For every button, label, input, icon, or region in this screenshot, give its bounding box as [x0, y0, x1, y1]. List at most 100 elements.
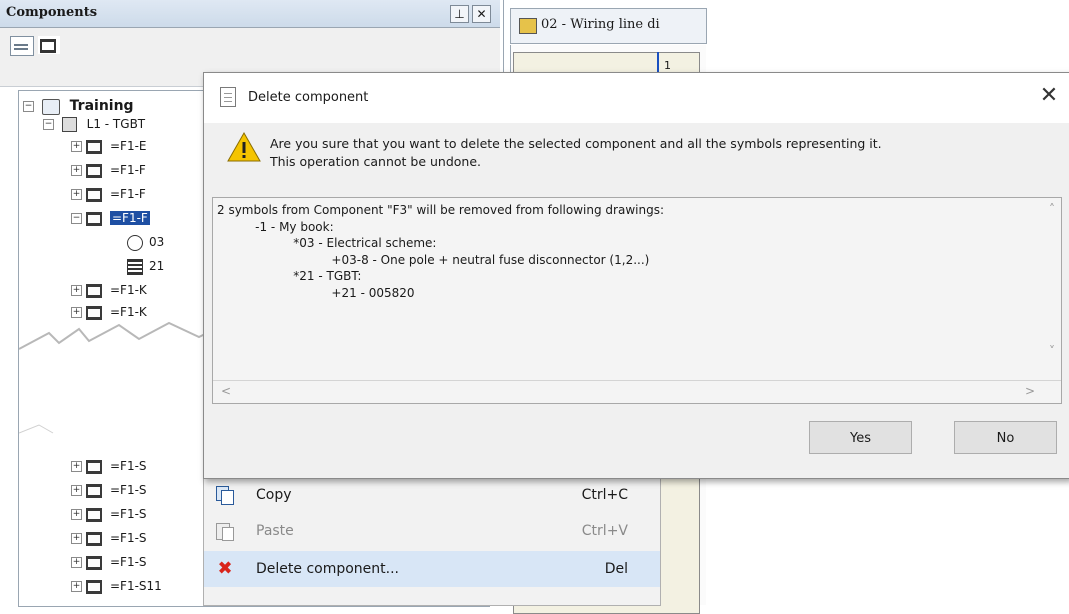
- panel-title-bar: Components ⊥ ✕: [0, 0, 500, 28]
- tree-item-selected[interactable]: − =F1-F: [71, 209, 150, 227]
- dialog-message: Are you sure that you want to delete the…: [270, 135, 1060, 171]
- tree-item[interactable]: + =F1-S11: [71, 577, 162, 595]
- scroll-left-arrow[interactable]: <: [221, 384, 231, 398]
- dialog-message-line: This operation cannot be undone.: [270, 154, 482, 169]
- torn-edge: [19, 321, 219, 453]
- expand-icon[interactable]: +: [71, 557, 82, 568]
- details-text: 2 symbols from Component "F3" will be re…: [217, 202, 664, 301]
- scroll-right-arrow[interactable]: >: [1025, 384, 1035, 398]
- tree-item[interactable]: + =F1-F: [71, 185, 146, 203]
- tree-item-label: =F1-K: [110, 283, 147, 297]
- document-tab[interactable]: 02 - Wiring line di: [510, 8, 707, 44]
- tree-item-label: =F1-S: [110, 507, 147, 521]
- panel-close-button[interactable]: ✕: [472, 5, 491, 23]
- expand-icon[interactable]: +: [71, 485, 82, 496]
- drawing-icon: [127, 258, 143, 275]
- details-line: *21 - TGBT:: [217, 269, 362, 283]
- list-view-icon[interactable]: [10, 36, 34, 56]
- menu-item-delete-component[interactable]: ✖ Delete component... Del: [204, 551, 660, 587]
- menu-item-label: Delete component...: [256, 561, 400, 577]
- tree-item-label: =F1-F: [110, 163, 146, 177]
- component-icon: [86, 459, 102, 474]
- expand-icon[interactable]: +: [71, 581, 82, 592]
- collapse-icon[interactable]: −: [43, 119, 54, 130]
- tree-child[interactable]: 21: [127, 257, 164, 275]
- tree-item[interactable]: + =F1-S: [71, 553, 147, 571]
- tree-child-label: 03: [149, 235, 165, 249]
- warning-icon: [227, 131, 261, 162]
- drawing-icon: [519, 18, 537, 34]
- no-button[interactable]: No: [954, 421, 1057, 454]
- details-line: *03 - Electrical scheme:: [217, 236, 437, 250]
- expand-icon[interactable]: +: [71, 533, 82, 544]
- component-icon: [86, 187, 102, 202]
- tree-item[interactable]: + =F1-S: [71, 529, 147, 547]
- horizontal-scrollbar[interactable]: < >: [213, 380, 1061, 403]
- tree-item[interactable]: + =F1-S: [71, 505, 147, 523]
- dialog-close-button[interactable]: ✕: [1036, 83, 1062, 109]
- context-menu: Copy Ctrl+C Paste Ctrl+V ✖ Delete compon…: [203, 477, 661, 606]
- expand-icon[interactable]: +: [71, 141, 82, 152]
- dialog-message-line: Are you sure that you want to delete the…: [270, 136, 882, 151]
- project-icon: [41, 98, 60, 115]
- tree-item-label: =F1-S11: [110, 579, 162, 593]
- tree-item-label: =F1-E: [110, 139, 147, 153]
- location-icon: [61, 117, 77, 132]
- collapse-icon[interactable]: −: [23, 101, 34, 112]
- menu-item-paste[interactable]: Paste Ctrl+V: [204, 513, 660, 549]
- tree-item-label: =F1-S: [110, 531, 147, 545]
- delete-component-dialog: Delete component ✕ Are you sure that you…: [203, 72, 1069, 479]
- tree-item[interactable]: + =F1-K: [71, 281, 147, 299]
- component-icon: [86, 531, 102, 546]
- component-icon: [86, 211, 102, 226]
- collapse-icon[interactable]: −: [71, 213, 82, 224]
- details-line: -1 - My book:: [217, 219, 334, 234]
- scroll-down-arrow[interactable]: ˅: [1049, 344, 1055, 358]
- menu-item-label: Paste: [256, 523, 294, 539]
- component-icon[interactable]: [38, 36, 60, 54]
- menu-item-shortcut: Del: [604, 561, 628, 577]
- component-icon: [86, 579, 102, 594]
- pin-icon[interactable]: ⊥: [450, 5, 469, 23]
- menu-item-shortcut: Ctrl+V: [581, 523, 628, 539]
- copy-icon: [216, 486, 234, 505]
- menu-item-copy[interactable]: Copy Ctrl+C: [204, 477, 660, 513]
- tree-item-label: =F1-F: [110, 211, 150, 225]
- menu-item-label: Copy: [256, 487, 292, 503]
- symbol-icon: [127, 234, 143, 251]
- tree-child[interactable]: 03: [127, 233, 164, 251]
- details-line: +03-8 - One pole + neutral fuse disconne…: [217, 252, 650, 267]
- tree-item[interactable]: + =F1-S: [71, 457, 147, 475]
- yes-button[interactable]: Yes: [809, 421, 912, 454]
- tree-l1[interactable]: − L1 - TGBT: [43, 115, 145, 133]
- expand-icon[interactable]: +: [71, 189, 82, 200]
- details-line: 2 symbols from Component "F3" will be re…: [217, 203, 664, 217]
- details-line: +21 - 005820: [217, 285, 415, 300]
- document-icon: [220, 87, 236, 107]
- component-icon: [86, 283, 102, 298]
- expand-icon[interactable]: +: [71, 509, 82, 520]
- component-icon: [86, 139, 102, 154]
- expand-icon[interactable]: +: [71, 285, 82, 296]
- tree-item[interactable]: + =F1-E: [71, 137, 147, 155]
- tree-root[interactable]: − Training: [23, 97, 134, 115]
- tree-child-label: 21: [149, 259, 165, 273]
- tree-root-label: Training: [69, 98, 134, 114]
- tree-item[interactable]: + =F1-F: [71, 161, 146, 179]
- paste-icon: [216, 522, 234, 541]
- menu-item-shortcut: Ctrl+C: [581, 487, 628, 503]
- expand-icon[interactable]: +: [71, 165, 82, 176]
- delete-x-icon: ✖: [217, 558, 233, 579]
- tree-item[interactable]: + =F1-S: [71, 481, 147, 499]
- tree-item-label: =F1-S: [110, 459, 147, 473]
- tree-item-label: =F1-S: [110, 555, 147, 569]
- dialog-title: Delete component: [248, 90, 369, 105]
- expand-icon[interactable]: +: [71, 461, 82, 472]
- component-icon: [86, 163, 102, 178]
- scroll-up-arrow[interactable]: ˄: [1049, 202, 1055, 216]
- details-textbox[interactable]: 2 symbols from Component "F3" will be re…: [212, 197, 1062, 404]
- tree-item-label: =F1-F: [110, 187, 146, 201]
- component-icon: [86, 483, 102, 498]
- dialog-title-bar: Delete component ✕: [204, 73, 1069, 123]
- document-tab-label: 02 - Wiring line di: [541, 17, 660, 32]
